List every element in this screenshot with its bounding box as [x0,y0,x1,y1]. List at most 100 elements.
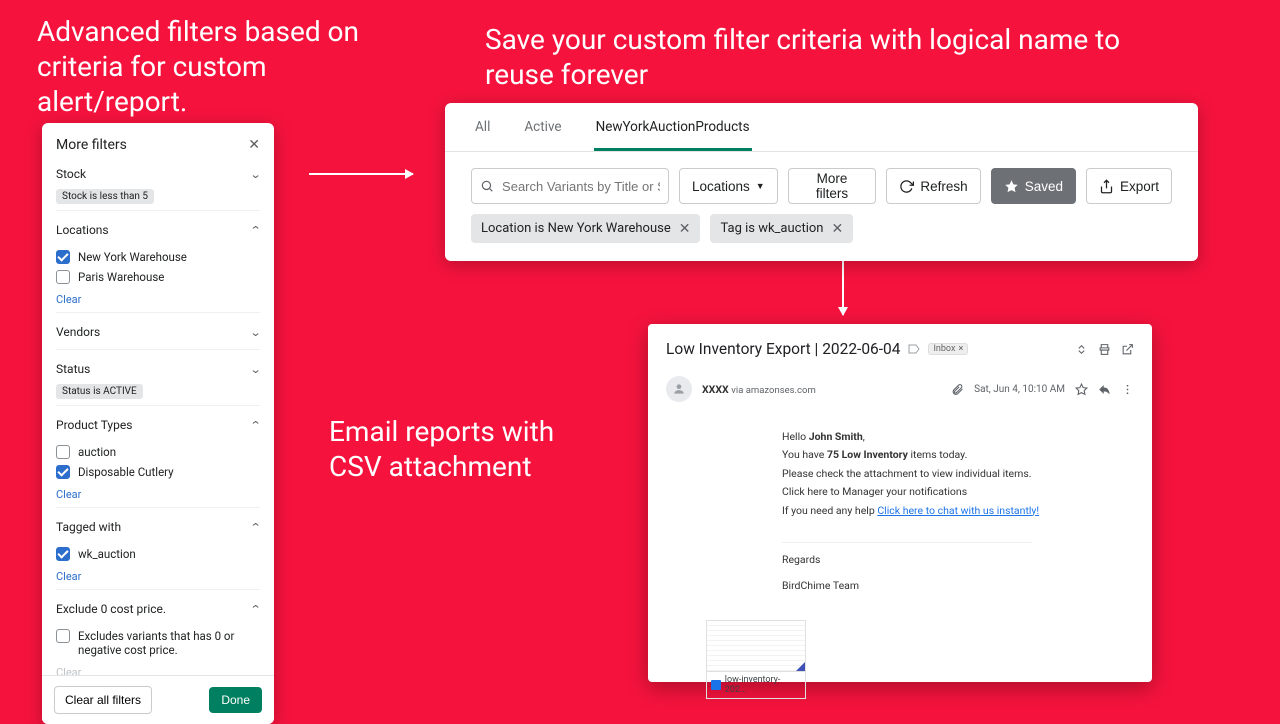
avatar [666,376,692,402]
remove-chip-icon[interactable]: ✕ [831,222,843,236]
reply-icon[interactable] [1098,383,1111,396]
filter-toggle-vendors[interactable]: Vendors ⌄ [56,321,260,343]
search-input[interactable] [502,179,660,194]
attachment-icon [951,383,964,396]
refresh-button[interactable]: Refresh [886,168,980,204]
divider [782,542,1032,543]
email-subject: Low Inventory Export | 2022-06-04 [666,340,900,358]
clear-all-filters-button[interactable]: Clear all filters [54,686,152,714]
checkbox-exclude-cost[interactable]: Excludes variants that has 0 or negative… [56,626,260,660]
popout-icon[interactable] [1121,343,1134,356]
file-icon [711,680,721,690]
checkbox-label: wk_auction [78,547,136,561]
chevron-up-icon: ⌃ [249,521,261,534]
filter-toggle-stock[interactable]: Stock ⌄ [56,163,260,185]
active-filter-chip-location: Location is New York Warehouse ✕ [471,214,700,243]
chip-label: Location is New York Warehouse [481,221,671,236]
filter-toggle-tagged-with[interactable]: Tagged with ⌃ [56,516,260,538]
chevron-up-icon: ⌃ [249,419,261,432]
chat-link[interactable]: Click here to chat with us instantly! [877,504,1039,517]
label-icon[interactable] [908,343,920,355]
more-filters-panel: More filters ✕ Stock ⌄ Stock is less tha… [42,123,274,724]
view-tabs: All Active NewYorkAuctionProducts [445,103,1198,152]
checkbox-location-ny[interactable]: New York Warehouse [56,247,260,267]
checkbox-label: New York Warehouse [78,250,187,264]
section-title: Status [56,362,90,376]
button-label: Locations [692,179,750,194]
star-outline-icon[interactable] [1075,383,1088,396]
chevron-down-icon: ⌄ [249,363,261,376]
export-button[interactable]: Export [1086,168,1172,204]
inbox-label-chip[interactable]: Inbox× [928,343,968,355]
locations-button[interactable]: Locations ▼ [679,168,778,204]
search-icon [480,178,494,194]
checkbox-icon [56,465,70,479]
section-title: Product Types [56,418,132,432]
collapse-icon[interactable] [1075,343,1088,356]
tab-custom[interactable]: NewYorkAuctionProducts [594,103,752,151]
filter-section-vendors: Vendors ⌄ [56,312,260,349]
filter-section-tagged-with: Tagged with ⌃ wk_auction Clear [56,507,260,589]
more-icon[interactable] [1121,383,1134,396]
done-button[interactable]: Done [209,687,262,713]
filters-title: More filters [56,137,127,153]
chevron-up-icon: ⌃ [249,224,261,237]
button-label: Saved [1025,179,1063,194]
caret-down-icon: ▼ [756,181,765,191]
star-icon [1004,179,1019,194]
attachment-card[interactable]: low-inventory-202... [706,620,806,699]
filter-chip-status: Status is ACTIVE [56,384,143,399]
checkbox-icon [56,629,70,643]
checkbox-icon [56,445,70,459]
filter-toggle-product-types[interactable]: Product Types ⌃ [56,414,260,436]
active-filter-chip-tag: Tag is wk_auction ✕ [710,214,853,243]
sender-name: XXXX via amazonses.com [702,383,816,396]
section-title: Tagged with [56,520,121,534]
filter-chip-stock: Stock is less than 5 [56,189,154,204]
saved-button[interactable]: Saved [991,168,1076,204]
attachment-name: low-inventory-202... [725,675,801,695]
arrow-right-icon [309,173,413,175]
section-title: Vendors [56,325,100,339]
tab-all[interactable]: All [473,103,492,151]
chip-label: Tag is wk_auction [720,221,823,236]
clear-exclude-cost-link: Clear [56,666,81,675]
section-title: Locations [56,223,109,237]
email-body: Hello John Smith, You have 75 Low Invent… [782,428,1112,596]
clear-tagged-with-link[interactable]: Clear [56,570,81,583]
filter-toolbar-panel: All Active NewYorkAuctionProducts Locati… [445,103,1198,261]
filter-toggle-locations[interactable]: Locations ⌃ [56,219,260,241]
print-icon[interactable] [1098,343,1111,356]
filter-section-status: Status ⌄ Status is ACTIVE [56,349,260,405]
chevron-down-icon: ⌄ [249,168,261,181]
annotation-filters: Advanced filters based on criteria for c… [37,14,367,119]
tab-active[interactable]: Active [522,103,563,151]
remove-label-icon[interactable]: × [958,344,963,354]
filter-section-locations: Locations ⌃ New York Warehouse Paris War… [56,210,260,312]
checkbox-ptype-cutlery[interactable]: Disposable Cutlery [56,462,260,482]
filter-section-exclude-cost: Exclude 0 cost price. ⌃ Excludes variant… [56,589,260,675]
person-icon [672,382,686,396]
export-icon [1099,179,1114,194]
clear-product-types-link[interactable]: Clear [56,488,81,501]
annotation-saved: Save your custom filter criteria with lo… [485,22,1165,92]
checkbox-ptype-auction[interactable]: auction [56,442,260,462]
filter-toggle-status[interactable]: Status ⌄ [56,358,260,380]
filter-section-product-types: Product Types ⌃ auction Disposable Cutle… [56,405,260,507]
chip-label: Inbox [933,344,955,354]
button-label: Export [1120,179,1159,194]
filter-toggle-exclude-cost[interactable]: Exclude 0 cost price. ⌃ [56,598,260,620]
checkbox-label: Excludes variants that has 0 or negative… [78,629,260,657]
filter-section-stock: Stock ⌄ Stock is less than 5 [56,163,260,210]
chevron-up-icon: ⌃ [249,603,261,616]
email-preview-panel: Low Inventory Export | 2022-06-04 Inbox×… [648,324,1152,682]
more-filters-button[interactable]: More filters [788,168,877,204]
remove-chip-icon[interactable]: ✕ [679,222,691,236]
checkbox-icon [56,547,70,561]
close-icon[interactable]: ✕ [248,138,260,152]
clear-locations-link[interactable]: Clear [56,293,81,306]
checkbox-tag-wk-auction[interactable]: wk_auction [56,544,260,564]
checkbox-location-paris[interactable]: Paris Warehouse [56,267,260,287]
search-field[interactable] [471,168,669,204]
checkbox-label: Disposable Cutlery [78,465,174,479]
